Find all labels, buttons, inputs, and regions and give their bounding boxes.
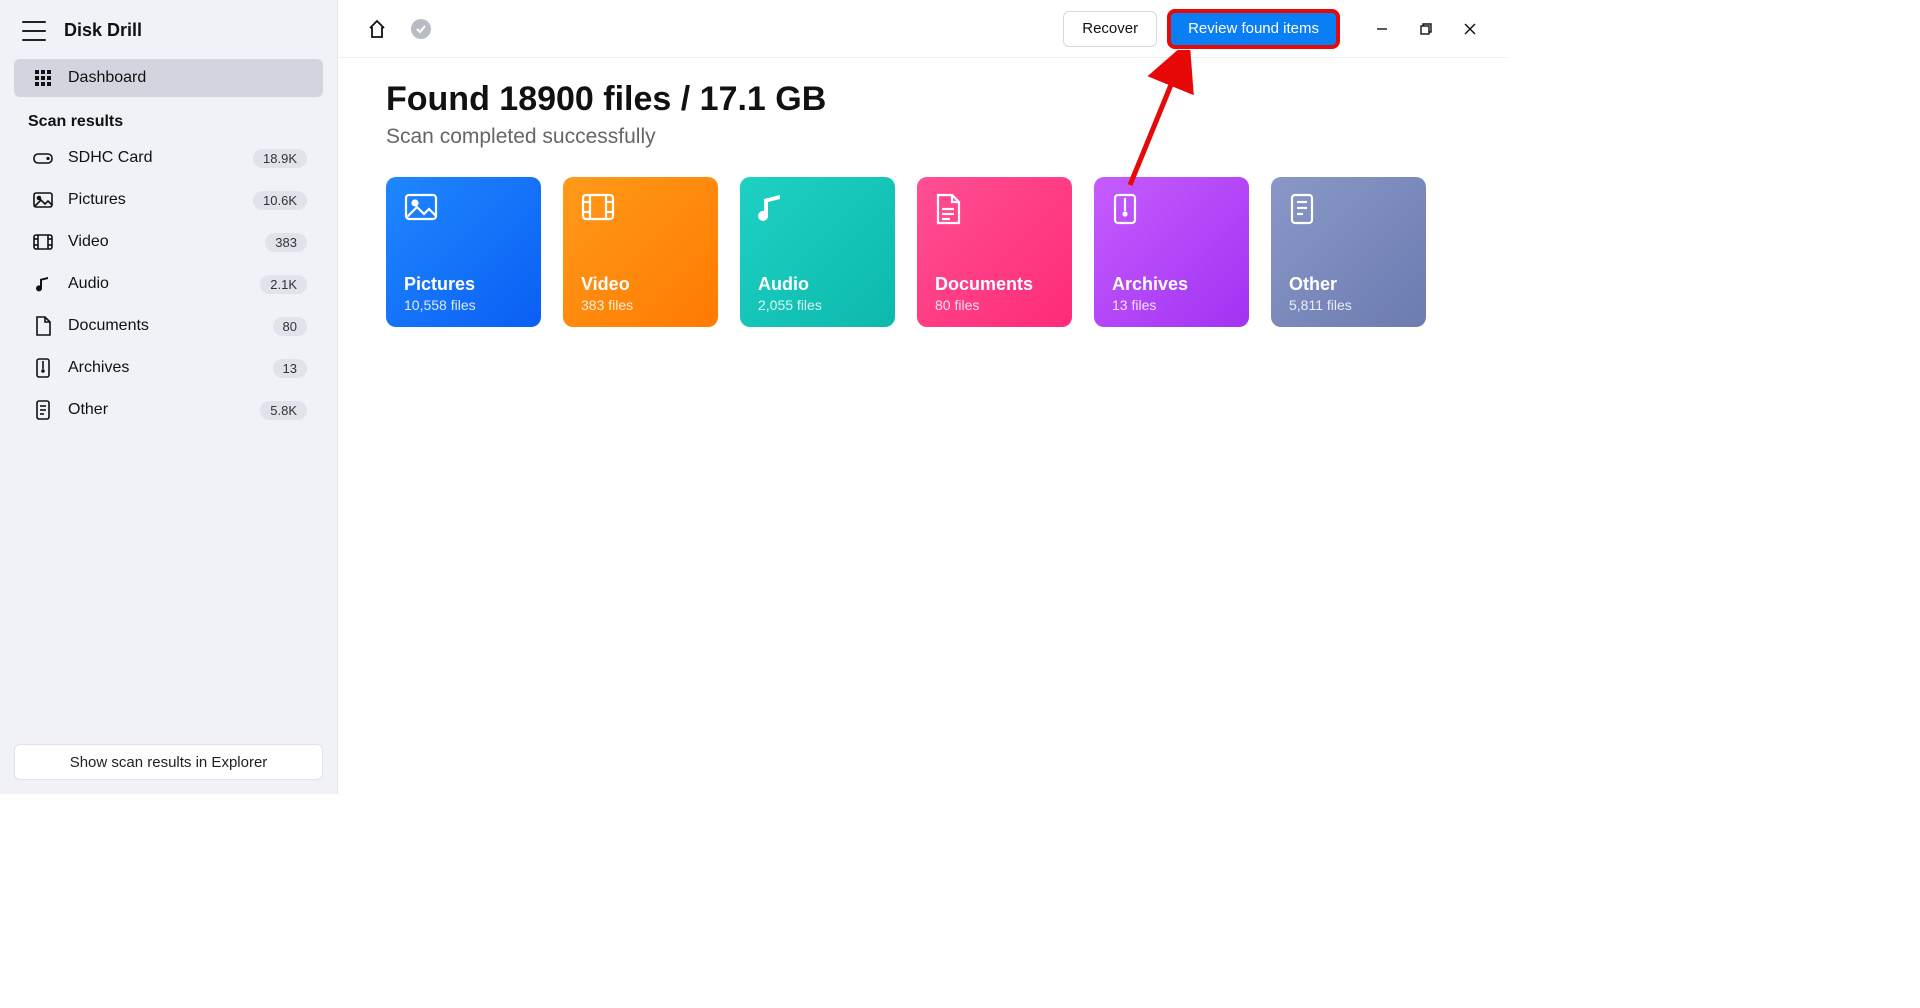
sidebar-item-badge: 13 [273,359,307,378]
app-title: Disk Drill [64,20,142,41]
nav-dashboard[interactable]: Dashboard [14,59,323,97]
card-subtitle: 5,811 files [1289,297,1410,313]
sidebar-item-badge: 5.8K [260,401,307,420]
results-status: Scan completed successfully [386,125,1508,149]
sidebar-item-label: Pictures [68,191,253,209]
category-card-documents[interactable]: Documents 80 files [917,177,1072,327]
page-icon [32,399,54,421]
sidebar-item-video[interactable]: Video 383 [14,223,323,261]
archive-icon [32,357,54,379]
show-in-explorer-button[interactable]: Show scan results in Explorer [14,744,323,780]
window-minimize-button[interactable] [1360,14,1404,44]
sidebar: Disk Drill Dashboard Scan results SDHC C… [0,0,338,794]
sidebar-item-label: Video [68,233,265,251]
sidebar-item-documents[interactable]: Documents 80 [14,307,323,345]
card-subtitle: 2,055 files [758,297,879,313]
sidebar-item-sdhc[interactable]: SDHC Card 18.9K [14,139,323,177]
category-card-pictures[interactable]: Pictures 10,558 files [386,177,541,327]
hamburger-menu-icon[interactable] [22,21,46,41]
sidebar-item-label: SDHC Card [68,149,253,167]
category-card-other[interactable]: Other 5,811 files [1271,177,1426,327]
review-found-items-button[interactable]: Review found items [1169,11,1338,47]
card-subtitle: 383 files [581,297,702,313]
card-title: Documents [935,274,1056,295]
nav-dashboard-label: Dashboard [68,69,307,87]
card-title: Archives [1112,274,1233,295]
film-icon [581,193,702,229]
image-icon [32,189,54,211]
window-maximize-button[interactable] [1404,14,1448,44]
card-title: Audio [758,274,879,295]
sidebar-item-label: Audio [68,275,260,293]
sidebar-item-label: Other [68,401,260,419]
category-card-archives[interactable]: Archives 13 files [1094,177,1249,327]
card-subtitle: 13 files [1112,297,1233,313]
sidebar-item-label: Archives [68,359,273,377]
image-icon [404,193,525,229]
recover-button[interactable]: Recover [1063,11,1157,47]
card-title: Video [581,274,702,295]
sidebar-section-title: Scan results [0,99,337,137]
music-note-icon [32,273,54,295]
card-subtitle: 80 files [935,297,1056,313]
film-icon [32,231,54,253]
grid-icon [32,67,54,89]
sidebar-item-badge: 18.9K [253,149,307,168]
card-subtitle: 10,558 files [404,297,525,313]
sidebar-item-pictures[interactable]: Pictures 10.6K [14,181,323,219]
sidebar-item-archives[interactable]: Archives 13 [14,349,323,387]
sidebar-item-badge: 2.1K [260,275,307,294]
sidebar-item-audio[interactable]: Audio 2.1K [14,265,323,303]
sidebar-item-other[interactable]: Other 5.8K [14,391,323,429]
window-close-button[interactable] [1448,14,1492,44]
sidebar-item-badge: 80 [273,317,307,336]
page-icon [1289,193,1410,229]
category-card-video[interactable]: Video 383 files [563,177,718,327]
drive-icon [32,147,54,169]
results-headline: Found 18900 files / 17.1 GB [386,80,1508,119]
document-icon [32,315,54,337]
document-icon [935,193,1056,229]
toolbar: Recover Review found items [338,0,1508,58]
sidebar-item-label: Documents [68,317,273,335]
card-title: Pictures [404,274,525,295]
card-title: Other [1289,274,1410,295]
sidebar-item-badge: 10.6K [253,191,307,210]
home-button[interactable] [362,14,392,44]
music-note-icon [758,193,879,229]
category-card-audio[interactable]: Audio 2,055 files [740,177,895,327]
scan-status-icon [406,14,436,44]
archive-icon [1112,193,1233,229]
sidebar-item-badge: 383 [265,233,307,252]
